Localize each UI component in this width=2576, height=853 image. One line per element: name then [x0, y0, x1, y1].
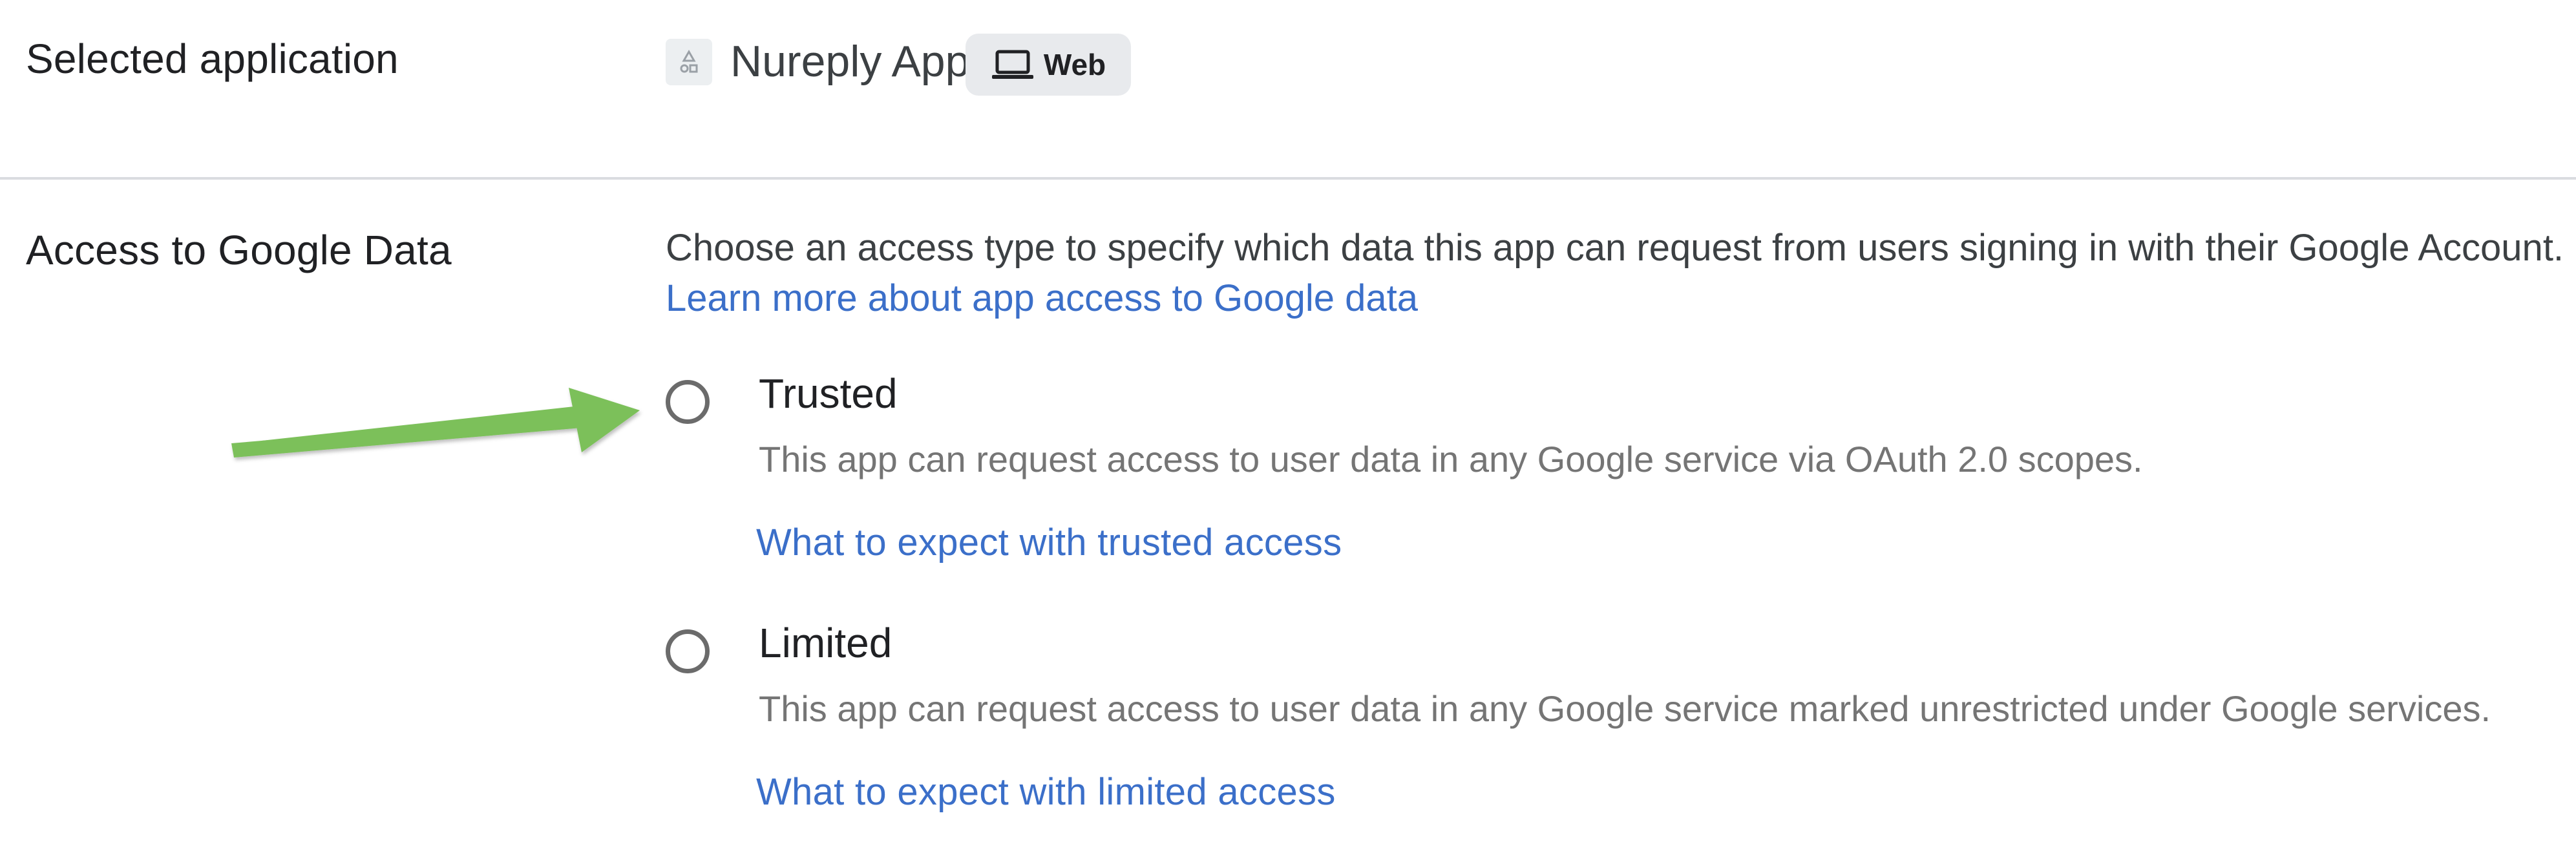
app-placeholder-icon — [666, 39, 712, 85]
trusted-option-title: Trusted — [759, 370, 898, 417]
trusted-radio[interactable] — [666, 380, 710, 424]
trusted-option-description: This app can request access to user data… — [759, 439, 2143, 479]
learn-more-link[interactable]: Learn more about app access to Google da… — [666, 277, 1418, 320]
platform-label: Web — [1043, 48, 1106, 81]
laptop-icon — [991, 48, 1035, 81]
limited-option-description: This app can request access to user data… — [759, 688, 2491, 729]
access-google-data-label: Access to Google Data — [26, 227, 452, 273]
section-divider — [0, 177, 2576, 180]
platform-chip: Web — [966, 34, 1131, 96]
app-name: Nureply App — [730, 37, 970, 86]
green-arrow-annotation — [231, 388, 640, 458]
selected-application-label: Selected application — [26, 36, 399, 82]
trusted-access-link[interactable]: What to expect with trusted access — [756, 521, 1342, 564]
limited-option-title: Limited — [759, 620, 892, 666]
limited-access-link[interactable]: What to expect with limited access — [756, 770, 1336, 814]
access-description: Choose an access type to specify which d… — [666, 227, 2564, 269]
arrow-shape — [231, 388, 640, 458]
limited-radio[interactable] — [666, 629, 710, 673]
